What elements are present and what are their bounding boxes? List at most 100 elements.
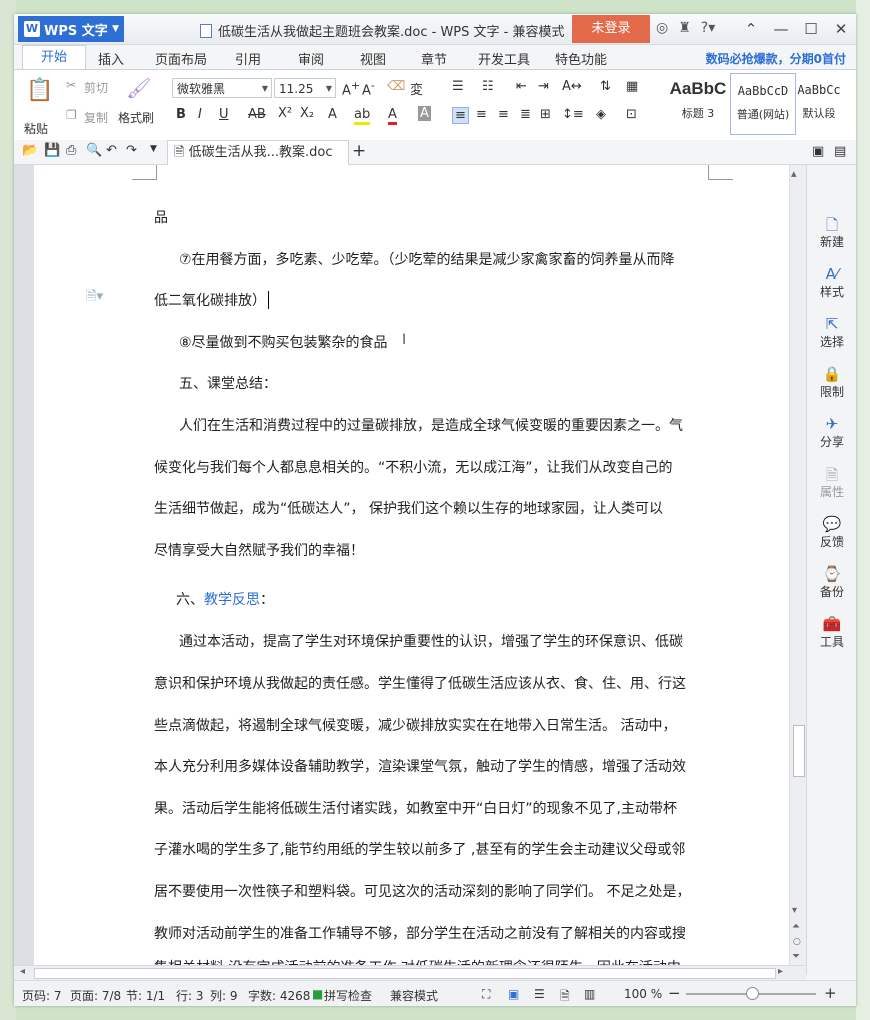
promo-link[interactable]: 数码必抢爆款，分期0首付 (706, 50, 846, 67)
horizontal-scroll-thumb[interactable] (34, 968, 776, 979)
next-page-icon[interactable]: ⏷ (792, 951, 800, 962)
scroll-right-icon[interactable]: ▸ (778, 966, 783, 977)
style-default-para[interactable]: AaBbCc 默认段 (794, 73, 844, 133)
phonetic-icon[interactable]: 変 (410, 79, 423, 98)
subscript-icon[interactable]: X₂ (300, 106, 314, 121)
new-tab-icon[interactable]: + (352, 141, 366, 161)
spell-check-button[interactable]: 拼写检查 (324, 987, 372, 1004)
distribute-icon[interactable]: ⊞ (540, 107, 551, 122)
horizontal-scrollbar[interactable]: ◂ ▸ (14, 965, 806, 980)
decrease-indent-icon[interactable]: ⇤ (516, 79, 527, 94)
table-grid-icon[interactable]: ▦ (626, 79, 638, 94)
highlight-icon[interactable]: ab (354, 107, 371, 125)
print-preview-icon[interactable]: 🔍 (86, 143, 102, 158)
undo-icon[interactable]: ↶ (106, 143, 117, 158)
full-screen-icon[interactable]: ⛶ (482, 987, 490, 1002)
document-page[interactable]: 🗎▾ 品 ⑦在用餐方面，多吃素、少吃荤。（少吃荤的结果是减少家禽家畜的饲养量从而… (34, 165, 789, 965)
italic-icon[interactable]: I (198, 107, 202, 122)
quick-access-menu-icon[interactable]: ▼ (150, 144, 157, 154)
browse-object-icon[interactable]: ○ (793, 937, 801, 947)
print-icon[interactable]: ⎙ (66, 143, 76, 158)
save-icon[interactable]: 💾 (44, 143, 60, 158)
side-restrict[interactable]: 🔒 限制 (807, 365, 856, 400)
vertical-scrollbar[interactable]: ▴ ▾ ⏶ ○ ⏷ (790, 165, 806, 965)
char-scale-icon[interactable]: A↔ (562, 79, 582, 94)
align-center-icon[interactable]: ≡ (476, 107, 487, 122)
scroll-left-icon[interactable]: ◂ (20, 966, 25, 977)
help-icon[interactable]: ?▾ (701, 20, 715, 36)
line-spacing-icon[interactable]: ↕≡ (562, 107, 584, 122)
pin-icon[interactable]: ▤ (834, 144, 846, 159)
zoom-out-icon[interactable]: − (668, 984, 681, 1002)
shading-icon[interactable]: ◈ (596, 107, 606, 122)
shirt-icon[interactable]: ♜ (678, 20, 691, 36)
status-pages[interactable]: 页面: 7/8 (70, 987, 121, 1004)
shrink-font-icon[interactable]: A- (362, 79, 375, 98)
bold-icon[interactable]: B (176, 107, 186, 122)
copy-icon[interactable]: ❐ (66, 108, 77, 122)
side-new[interactable]: 🗋 新建 (807, 215, 856, 250)
web-view-icon[interactable]: 🗎 (560, 987, 570, 1006)
numbered-list-icon[interactable]: ☷ (482, 79, 494, 94)
font-name-select[interactable]: 微软雅黑 ▼ (172, 78, 272, 98)
scroll-thumb[interactable] (793, 725, 805, 777)
side-properties[interactable]: 🗎 属性 (807, 465, 856, 500)
justify-icon[interactable]: ≣ (520, 107, 531, 122)
increase-indent-icon[interactable]: ⇥ (538, 79, 549, 94)
tab-special[interactable]: 特色功能 (555, 49, 607, 68)
border-icon[interactable]: ⊡ (626, 107, 637, 122)
zoom-level[interactable]: 100 % (624, 987, 662, 1001)
heading-link[interactable]: 教学反思 (204, 592, 260, 608)
align-right-icon[interactable]: ≡ (498, 107, 509, 122)
paragraph-marker-icon[interactable]: 🗎▾ (86, 287, 103, 309)
font-color-icon[interactable]: A (388, 107, 397, 125)
paste-icon[interactable]: 📋 (26, 78, 53, 103)
clear-format-icon[interactable]: ⌫ (387, 79, 405, 94)
scroll-down-icon[interactable]: ▾ (792, 905, 797, 916)
status-words[interactable]: 字数: 4268 (248, 987, 310, 1004)
text-effect-icon[interactable]: A (328, 107, 337, 122)
login-button[interactable]: 未登录 (572, 15, 650, 43)
app-menu-button[interactable]: W WPS 文字 ▼ (18, 16, 124, 42)
restore-icon[interactable]: ▣ (812, 144, 824, 159)
format-painter-button[interactable]: 格式刷 (118, 109, 154, 126)
side-select[interactable]: ⇱ 选择 (807, 315, 856, 350)
grow-font-icon[interactable]: A+ (342, 79, 360, 98)
reading-view-icon[interactable]: ▥ (584, 987, 595, 1001)
underline-icon[interactable]: U (219, 107, 229, 122)
side-share[interactable]: ✈ 分享 (807, 415, 856, 450)
redo-icon[interactable]: ↷ (126, 143, 137, 158)
style-normal-web[interactable]: AaBbCcD 普通(网站) (730, 73, 796, 135)
tab-home[interactable]: 开始 (22, 45, 87, 70)
tab-chapter[interactable]: 章节 (421, 49, 447, 68)
prev-page-icon[interactable]: ⏶ (792, 921, 800, 932)
document-tab[interactable]: 🗎 低碳生活从我...教案.doc ✕ (167, 140, 349, 184)
tab-developer[interactable]: 开发工具 (478, 49, 530, 68)
font-size-select[interactable]: 11.25 ▼ (274, 78, 336, 98)
tab-page-layout[interactable]: 页面布局 (155, 49, 207, 68)
outline-view-icon[interactable]: ☰ (534, 987, 545, 1001)
superscript-icon[interactable]: X² (278, 106, 292, 121)
side-style[interactable]: A⁄ 样式 (807, 265, 856, 300)
cut-button[interactable]: 剪切 (84, 79, 108, 96)
char-shading-icon[interactable]: A (418, 106, 431, 121)
tab-review[interactable]: 审阅 (298, 49, 324, 68)
copy-button[interactable]: 复制 (84, 109, 108, 126)
tab-insert[interactable]: 插入 (98, 49, 124, 68)
tab-view[interactable]: 视图 (360, 49, 386, 68)
sort-icon[interactable]: ⇅ (600, 79, 611, 94)
cut-icon[interactable]: ✂ (66, 78, 76, 92)
align-left-icon[interactable]: ≡ (452, 107, 469, 124)
style-heading3[interactable]: AaBbC 标题 3 (666, 73, 730, 133)
status-page[interactable]: 页码: 7 (22, 987, 62, 1004)
strikethrough-icon[interactable]: AB (248, 107, 266, 122)
scroll-up-icon[interactable]: ▴ (791, 167, 797, 180)
minimize-icon[interactable]: — (766, 14, 796, 44)
format-painter-icon[interactable]: 🖌 (126, 76, 151, 100)
side-backup[interactable]: ⌚ 备份 (807, 565, 856, 600)
collapse-ribbon-icon[interactable]: ⌃ (736, 14, 766, 44)
side-tools[interactable]: 🧰 工具 (807, 615, 856, 650)
bullet-list-icon[interactable]: ☰ (452, 79, 464, 94)
maximize-icon[interactable]: ☐ (796, 14, 826, 44)
zoom-in-icon[interactable]: + (824, 984, 837, 1002)
